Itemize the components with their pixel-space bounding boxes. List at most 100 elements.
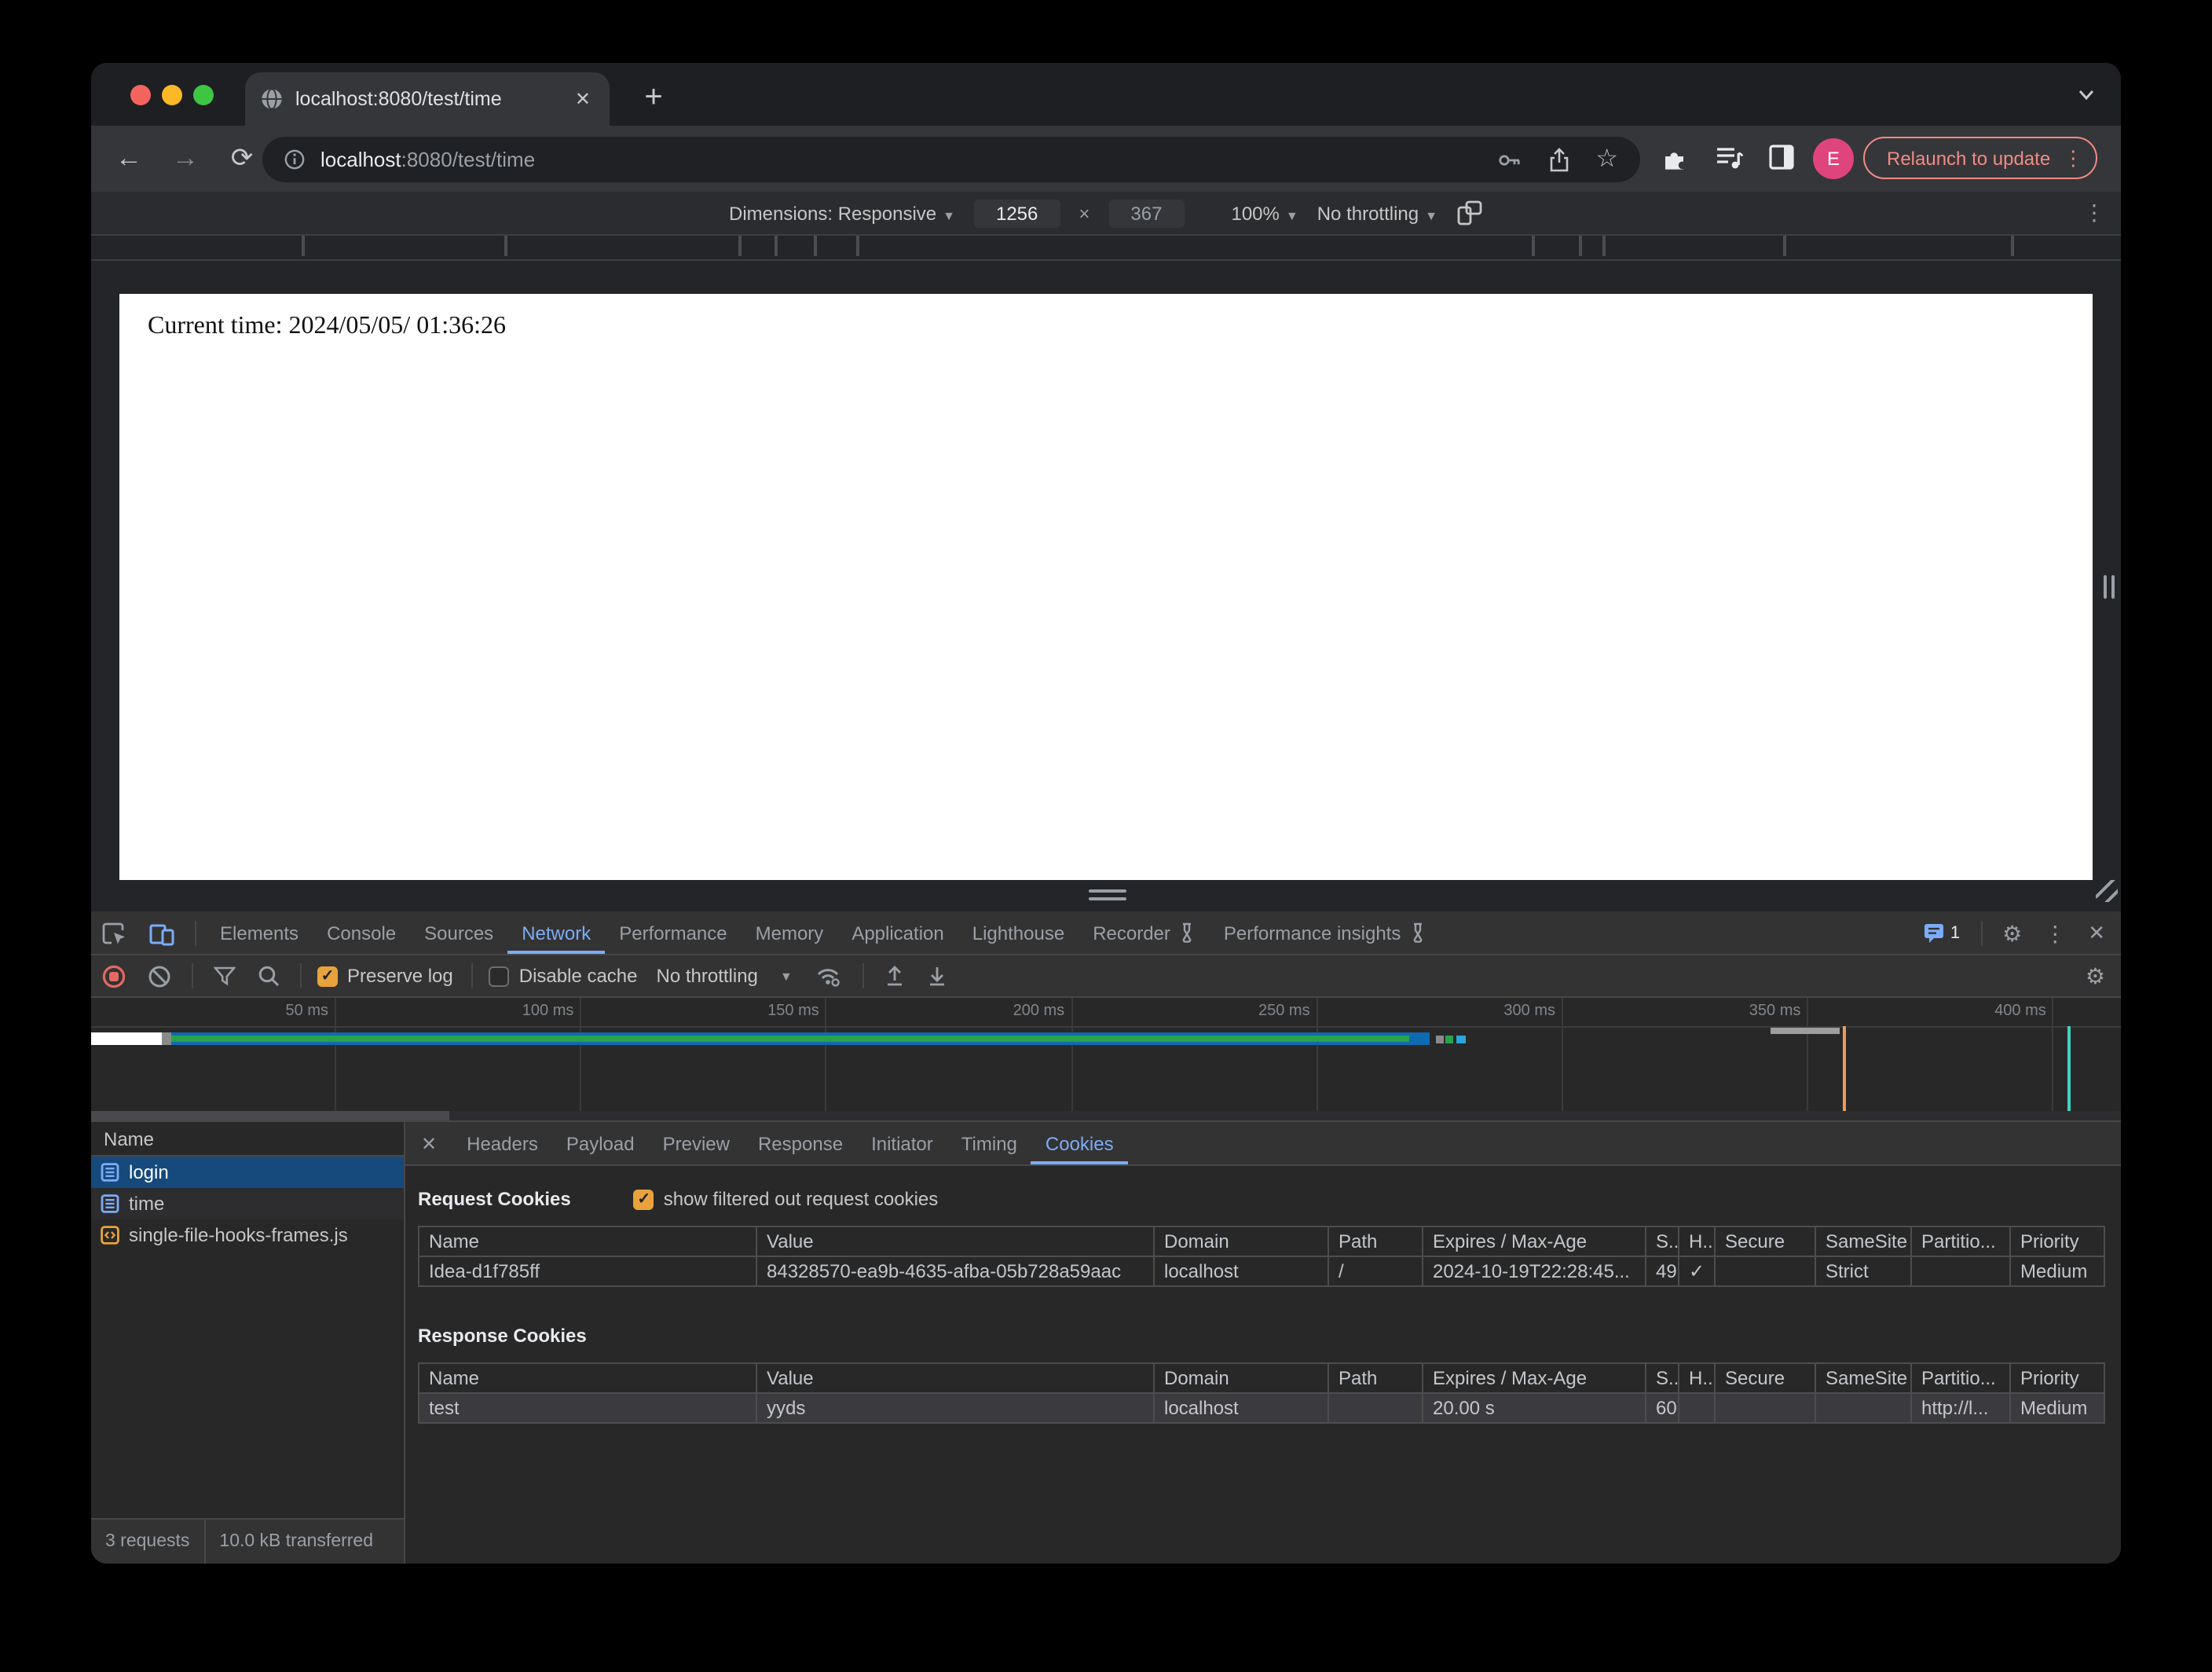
tab-elements[interactable]: Elements — [206, 911, 313, 954]
maximize-window-button[interactable] — [193, 85, 214, 105]
back-button[interactable]: ← — [110, 141, 148, 176]
document-icon — [101, 1163, 119, 1182]
disable-cache-checkbox[interactable] — [489, 966, 510, 986]
detail-tab-response[interactable]: Response — [744, 1122, 857, 1164]
browser-menu-icon[interactable]: ⋮ — [2063, 145, 2083, 170]
waterfall-fragment — [1456, 1036, 1466, 1043]
site-info-icon[interactable] — [284, 149, 305, 170]
response-cookie-row: test yyds localhost 20.00 s 60 http://l... Med… — [418, 1392, 2105, 1424]
tab-search-chevron-icon[interactable] — [2077, 85, 2096, 104]
new-tab-button[interactable]: + — [632, 75, 676, 119]
tab-performance-insights[interactable]: Performance insights — [1210, 911, 1440, 954]
ruler-tick — [1602, 236, 1605, 256]
viewport-height-field[interactable]: 367 — [1108, 199, 1185, 227]
browser-tab[interactable]: localhost:8080/test/time ✕ — [245, 72, 610, 126]
ruler-tick — [1783, 236, 1785, 256]
filter-icon[interactable] — [203, 955, 247, 996]
side-panel-icon[interactable] — [1769, 145, 1794, 170]
request-row-time[interactable]: time — [91, 1188, 404, 1219]
request-list: login time single-file-hooks-frames.js — [91, 1157, 404, 1518]
tab-application[interactable]: Application — [837, 911, 958, 954]
detail-tab-preview[interactable]: Preview — [649, 1122, 744, 1164]
overview-scrollbar-thumb[interactable] — [91, 1111, 449, 1120]
ruler-tick — [1579, 236, 1581, 256]
waterfall-fragment — [1436, 1036, 1444, 1043]
request-list-header[interactable]: Name — [91, 1122, 404, 1157]
toggle-device-toolbar-icon[interactable] — [138, 911, 185, 954]
network-conditions-icon[interactable] — [805, 955, 854, 996]
address-bar[interactable]: localhost:8080/test/time ☆ — [262, 137, 1640, 182]
response-cookies-title: Response Cookies — [418, 1325, 587, 1347]
detail-tab-headers[interactable]: Headers — [452, 1122, 552, 1164]
network-throttling-dropdown[interactable]: No throttling ▼ — [657, 965, 793, 987]
devtools-menu-icon[interactable]: ⋮ — [2033, 911, 2077, 954]
preserve-log-checkbox[interactable]: ✓ — [317, 966, 338, 986]
overview-scrollbar[interactable] — [91, 1111, 2121, 1120]
timeline-gridline — [1316, 998, 1318, 1113]
tab-memory[interactable]: Memory — [742, 911, 838, 954]
share-icon[interactable] — [1547, 147, 1570, 172]
show-filtered-cookies-checkbox[interactable]: ✓ — [633, 1189, 654, 1209]
viewport-width-field[interactable]: 1256 — [973, 199, 1060, 227]
detail-tab-initiator[interactable]: Initiator — [857, 1122, 947, 1164]
flask-icon — [1182, 922, 1192, 943]
timeline-label: 100 ms — [522, 1003, 574, 1020]
import-har-icon[interactable] — [874, 955, 917, 996]
show-filtered-cookies-label: show filtered out request cookies — [663, 1188, 939, 1210]
minimize-window-button[interactable] — [162, 85, 182, 105]
tab-console[interactable]: Console — [313, 911, 410, 954]
cookies-panel: Request Cookies ✓ show filtered out requ… — [405, 1166, 2121, 1564]
detail-tab-payload[interactable]: Payload — [552, 1122, 649, 1164]
corner-resize-handle[interactable] — [2096, 880, 2118, 902]
device-throttling-dropdown[interactable]: No throttling ▼ — [1317, 202, 1437, 224]
tab-title: localhost:8080/test/time — [295, 88, 502, 110]
relaunch-to-update-button[interactable]: Relaunch to update ⋮ — [1863, 137, 2098, 179]
script-icon — [101, 1226, 119, 1245]
close-detail-icon[interactable]: ✕ — [405, 1122, 452, 1164]
device-toolbar-menu-icon[interactable]: ⋮ — [2083, 200, 2105, 226]
dimensions-dropdown[interactable]: Dimensions: Responsive ▼ — [729, 202, 955, 224]
record-network-log-icon[interactable] — [91, 955, 137, 996]
height-drag-handle[interactable] — [1089, 889, 1126, 905]
page-content-text: Current time: 2024/05/05/ 01:36:26 — [148, 313, 506, 339]
issues-icon[interactable]: 1 — [1913, 911, 1971, 954]
bookmark-star-icon[interactable]: ☆ — [1595, 146, 1618, 171]
tab-lighthouse[interactable]: Lighthouse — [958, 911, 1079, 954]
clear-network-log-icon[interactable] — [137, 955, 182, 996]
tab-sources[interactable]: Sources — [410, 911, 507, 954]
network-settings-icon[interactable]: ⚙ — [2075, 955, 2121, 996]
timeline-label: 50 ms — [285, 1003, 328, 1020]
detail-tab-cookies[interactable]: Cookies — [1031, 1122, 1128, 1164]
tab-close-icon[interactable]: ✕ — [569, 88, 597, 110]
reload-button[interactable]: ⟳ — [223, 141, 261, 176]
timeline-label: 150 ms — [767, 1003, 819, 1020]
devtools-close-icon[interactable]: ✕ — [2077, 911, 2121, 954]
search-icon[interactable] — [247, 955, 291, 996]
detail-tab-timing[interactable]: Timing — [947, 1122, 1031, 1164]
ruler-tick — [738, 236, 741, 256]
waterfall-segment-gray — [162, 1032, 171, 1045]
tab-performance[interactable]: Performance — [605, 911, 741, 954]
timeline-label: 300 ms — [1503, 1003, 1555, 1020]
profile-avatar[interactable]: E — [1813, 138, 1854, 179]
devtools-settings-icon[interactable]: ⚙ — [1991, 911, 2033, 954]
request-row-login[interactable]: login — [91, 1157, 404, 1188]
export-har-icon[interactable] — [917, 955, 959, 996]
request-row-script[interactable]: single-file-hooks-frames.js — [91, 1219, 404, 1251]
width-drag-handle[interactable] — [2104, 575, 2119, 607]
tab-recorder[interactable]: Recorder — [1079, 911, 1210, 954]
rotate-viewport-icon[interactable] — [1456, 200, 1483, 226]
close-window-button[interactable] — [130, 85, 151, 105]
request-cookies-title: Request Cookies — [418, 1188, 571, 1210]
password-key-icon[interactable] — [1496, 147, 1522, 172]
timeline-label: 250 ms — [1258, 1003, 1310, 1020]
inspect-element-icon[interactable] — [91, 911, 138, 954]
zoom-dropdown[interactable]: 100% ▼ — [1231, 202, 1298, 224]
extensions-puzzle-icon[interactable] — [1662, 145, 1689, 171]
media-playlist-icon[interactable] — [1716, 145, 1744, 170]
network-overview[interactable]: 50 ms 100 ms 150 ms 200 ms 250 ms 300 ms 350 m… — [91, 998, 2121, 1122]
network-main: Name login time single-file-hooks-frames… — [91, 1122, 2121, 1564]
forward-button[interactable]: → — [167, 141, 204, 176]
tab-strip: localhost:8080/test/time ✕ + — [91, 63, 2121, 126]
tab-network[interactable]: Network — [507, 911, 605, 954]
